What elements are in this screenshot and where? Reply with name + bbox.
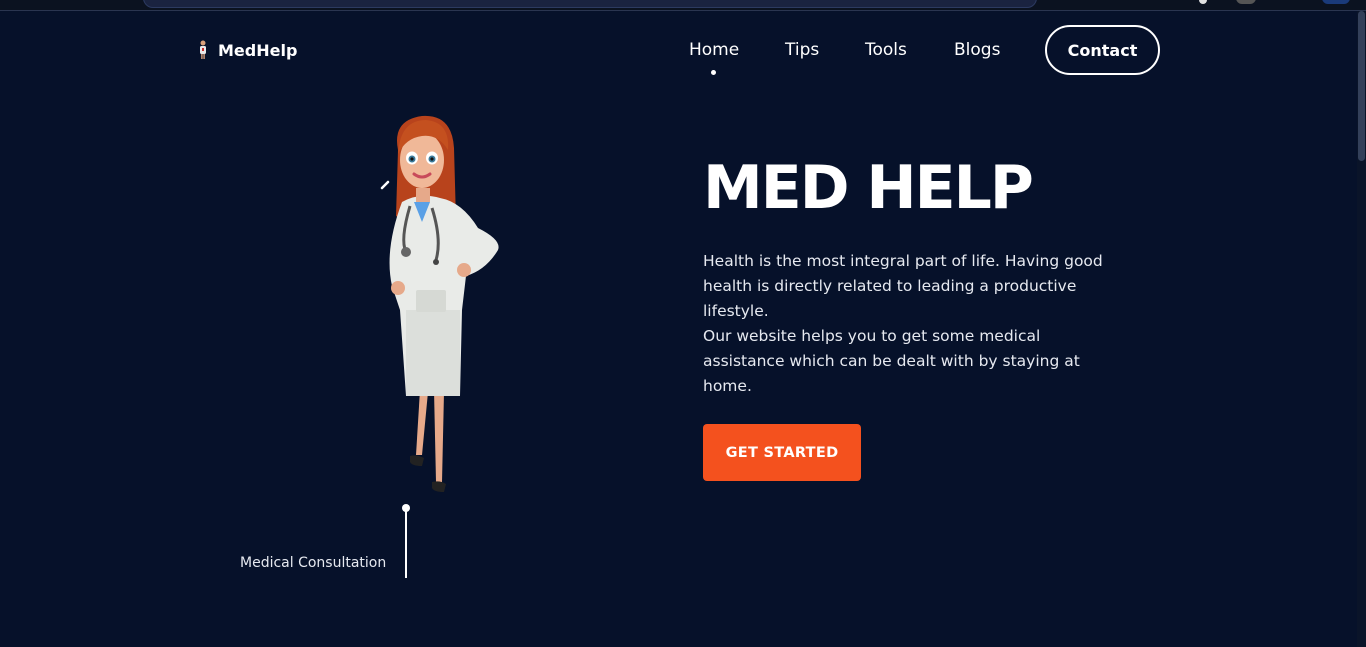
hero-description: Health is the most integral part of life… bbox=[703, 249, 1123, 399]
illustration-label: Medical Consultation bbox=[240, 555, 387, 571]
nav-item-tools[interactable]: Tools bbox=[865, 40, 907, 60]
hero-title: MED HELP bbox=[703, 153, 1034, 223]
extension-icon[interactable] bbox=[1199, 0, 1207, 4]
main-nav: Home Tips Tools Blogs bbox=[0, 40, 1366, 75]
browser-address-bar[interactable] bbox=[143, 0, 1037, 8]
browser-top-strip bbox=[0, 0, 1366, 11]
nav-item-home[interactable]: Home bbox=[689, 40, 739, 60]
nav-item-tips[interactable]: Tips bbox=[785, 40, 819, 60]
hero-paragraph-1: Health is the most integral part of life… bbox=[703, 252, 1103, 320]
hero-paragraph-2: Our website helps you to get some medica… bbox=[703, 327, 1080, 395]
scrollbar-thumb[interactable] bbox=[1358, 11, 1365, 161]
profile-icon[interactable] bbox=[1236, 0, 1256, 4]
active-indicator-dot bbox=[711, 70, 716, 75]
contact-button[interactable]: Contact bbox=[1045, 25, 1160, 75]
indicator-line bbox=[405, 510, 407, 578]
doctor-illustration bbox=[380, 115, 499, 492]
nav-item-blogs[interactable]: Blogs bbox=[954, 40, 1000, 60]
browser-menu-icon[interactable] bbox=[1322, 0, 1350, 4]
page-scrollbar[interactable] bbox=[1357, 11, 1366, 647]
get-started-button[interactable]: GET STARTED bbox=[703, 424, 861, 481]
